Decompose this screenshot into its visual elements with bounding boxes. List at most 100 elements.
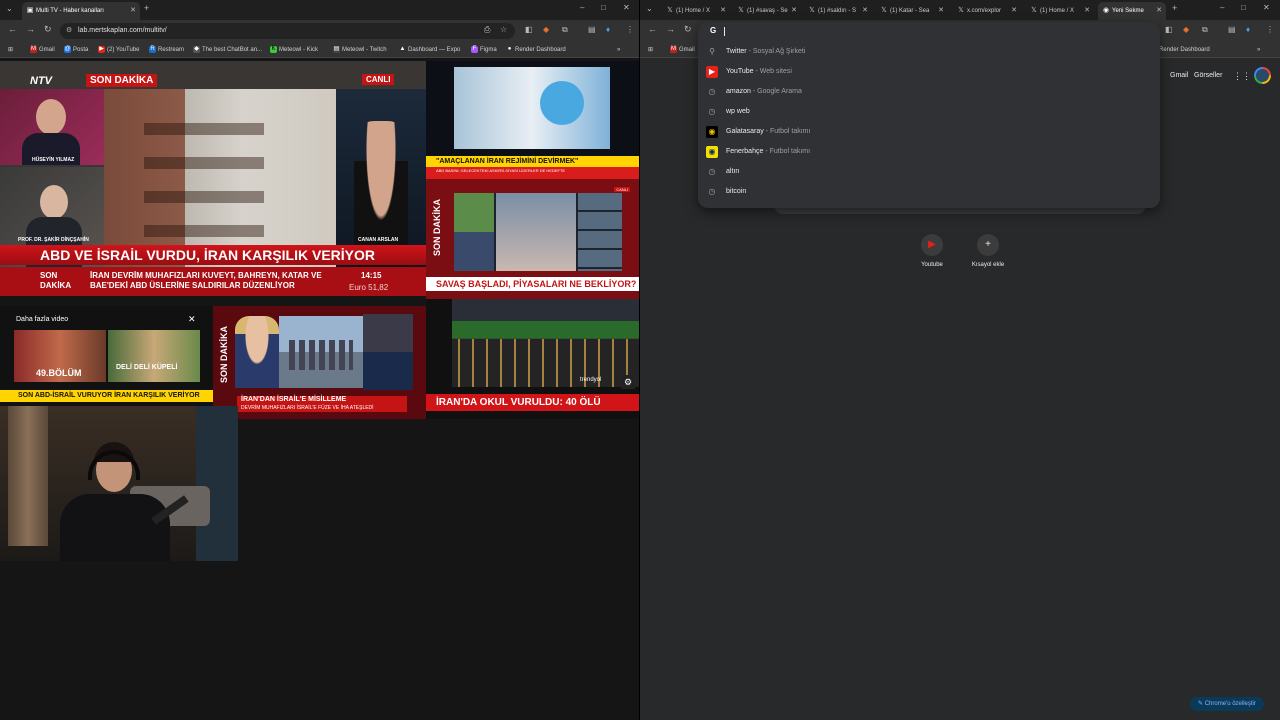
tab-multitv[interactable]: ▣ Multi TV - Haber kanalları ✕ — [22, 2, 140, 20]
shortcut-add[interactable]: + Kısayol ekle — [958, 234, 1018, 268]
tv-feed-5[interactable]: Daha fazla video ✕ 49.BÖLÜM DELİ DELİ KÜ… — [0, 306, 213, 406]
customize-chrome-button[interactable]: ✎ Chrome'u özelleştir — [1190, 697, 1264, 711]
close-tab-icon[interactable]: ✕ — [720, 2, 726, 20]
bookmark-chatbot[interactable]: ◆ The best ChatBot an... — [193, 42, 262, 58]
tv-feed-ntv[interactable]: NTV SON DAKİKA CANLI HÜSEYİN YILMAZ PROF… — [0, 61, 426, 296]
settings-gear-icon[interactable]: ⚙ — [621, 375, 635, 389]
tab-x-home[interactable]: 𝕏 (1) Home / X ✕ — [662, 2, 730, 20]
gmail-icon: M — [670, 46, 677, 53]
x-icon: 𝕏 — [738, 7, 744, 14]
close-tab-icon[interactable]: ✕ — [862, 2, 868, 20]
install-icon[interactable]: ⎙ — [484, 25, 490, 35]
suggestion-item[interactable]: ▶ YouTube - Web sitesi — [698, 62, 1160, 82]
brave-icon[interactable]: ◆ — [1183, 25, 1189, 34]
profile-icon[interactable]: ♦ — [1246, 25, 1250, 34]
extensions-puzzle-icon[interactable]: ⧉ — [562, 25, 568, 35]
suggestion-item[interactable]: ◉ Galatasaray - Futbol takımı — [698, 122, 1160, 142]
tv-feed-2[interactable]: "AMAÇLANAN İRAN REJİMİNİ DEVİRMEK" ABD B… — [426, 61, 640, 179]
suggestion-item[interactable]: ◷ bitcoin — [698, 182, 1160, 202]
channel-logo: NTV — [30, 75, 52, 87]
bookmark-youtube[interactable]: ▶ (2) YouTube — [98, 42, 139, 58]
images-link[interactable]: Görseller — [1194, 72, 1222, 79]
video-thumbnail-2[interactable] — [108, 330, 200, 382]
tab-title: Multi TV - Haber kanalları — [36, 8, 104, 14]
new-tab-icon[interactable]: + — [1172, 3, 1177, 13]
site-info-icon[interactable]: ⚙ — [66, 23, 72, 39]
close-icon[interactable]: ✕ — [188, 314, 196, 325]
tab-x-saldiri[interactable]: 𝕏 (1) #saldırı - S ✕ — [804, 2, 872, 20]
subheadline: ABD BASINI: GELECEKTEKİ ASKERİ-SİYASİ Lİ… — [436, 168, 566, 173]
reload-icon[interactable]: ↻ — [44, 24, 52, 35]
close-tab-icon[interactable]: ✕ — [130, 2, 136, 20]
tab-x-savas[interactable]: 𝕏 (1) #savaş - Se ✕ — [733, 2, 801, 20]
extensions-puzzle-icon[interactable]: ⧉ — [1202, 25, 1208, 35]
close-tab-icon[interactable]: ✕ — [1084, 2, 1090, 20]
tab-search-icon[interactable]: ⌄ — [646, 4, 653, 13]
bookmark-render[interactable]: ● Render Dashboard — [506, 42, 566, 58]
close-tab-icon[interactable]: ✕ — [938, 2, 944, 20]
tv-feed-6[interactable]: SON DAKİKA İRAN'DAN İSRAİL'E MİSİLLEME D… — [213, 306, 426, 419]
more-bookmarks-icon[interactable]: » — [1257, 42, 1260, 58]
sidebar-icon[interactable]: ▤ — [1228, 25, 1236, 34]
gmail-link[interactable]: Gmail — [1170, 72, 1188, 79]
suggestion-item[interactable]: ◷ altın — [698, 162, 1160, 182]
bookmark-kick[interactable]: K Meteowl - Kick — [270, 42, 318, 58]
menu-icon[interactable]: ⋮ — [626, 25, 634, 34]
shortcut-youtube[interactable]: ▶ Youtube — [902, 234, 962, 268]
tab-new-tab[interactable]: ◉ Yeni Sekme ✕ — [1098, 2, 1166, 20]
maximize-icon[interactable]: □ — [601, 3, 606, 12]
x-icon: 𝕏 — [667, 7, 673, 14]
maximize-icon[interactable]: □ — [1241, 3, 1246, 12]
bookmark-figma[interactable]: F Figma — [471, 42, 497, 58]
live-tag: CANLI — [362, 74, 395, 85]
suggestion-item[interactable]: ◷ amazon - Google Arama — [698, 82, 1160, 102]
ticker-label: SON DAKİKA — [40, 271, 72, 290]
tab-search-icon[interactable]: ⌄ — [6, 4, 13, 13]
reload-icon[interactable]: ↻ — [684, 24, 692, 35]
tab-x-explore[interactable]: 𝕏x.com/explor ✕ — [953, 2, 1021, 20]
bookmark-gmail[interactable]: M Gmail — [670, 42, 695, 58]
close-tab-icon[interactable]: ✕ — [791, 2, 797, 20]
more-bookmarks-icon[interactable]: » — [617, 42, 620, 58]
forward-icon[interactable]: → — [26, 24, 35, 34]
bookmark-restream[interactable]: R Restream — [149, 42, 184, 58]
history-icon: ◷ — [708, 167, 716, 176]
profile-icon[interactable]: ♦ — [606, 25, 610, 34]
apps-icon[interactable]: ⊞ — [8, 42, 13, 58]
minimize-icon[interactable]: – — [1220, 3, 1224, 12]
close-tab-icon[interactable]: ✕ — [1156, 2, 1162, 20]
tv-feed-3[interactable]: SON DAKİKA CANLI SAVAŞ BAŞLADI, PİYASALA… — [426, 179, 640, 299]
tab-x-katar[interactable]: 𝕏 (1) Katar - Sea ✕ — [876, 2, 948, 20]
back-icon[interactable]: ← — [8, 24, 17, 34]
extension-icon[interactable]: ◧ — [525, 25, 533, 34]
close-window-icon[interactable]: ✕ — [623, 3, 630, 12]
address-bar[interactable]: ⚙ lab.mertskaplan.com/multitv/ — [60, 23, 515, 39]
breaking-news-tag: SON DAKİKA — [86, 74, 158, 87]
bookmarks-bar: ⊞ M Gmail @ Posta ▶ (2) YouTube R Restream ◆… — [0, 42, 640, 58]
close-tab-icon[interactable]: ✕ — [1011, 2, 1017, 20]
bookmark-star-icon[interactable]: ☆ — [500, 25, 507, 34]
apps-icon[interactable]: ⊞ — [648, 42, 653, 58]
extension-icon[interactable]: ◧ — [1165, 25, 1173, 34]
tv-feed-4[interactable]: trendyol ⚙ İRAN'DA OKUL VURULDU: 40 ÖLÜ — [426, 299, 640, 419]
minimize-icon[interactable]: – — [580, 3, 584, 12]
bookmark-expo[interactable]: ▲ Dashboard — Expo — [399, 42, 461, 58]
bookmark-posta[interactable]: @ Posta — [64, 42, 88, 58]
back-icon[interactable]: ← — [648, 24, 657, 34]
bookmark-gmail[interactable]: M Gmail — [30, 42, 55, 58]
tab-strip: ⌄ ▣ Multi TV - Haber kanalları ✕ + – □ ✕ — [0, 0, 640, 20]
suggestion-item[interactable]: ◉ Fenerbahçe - Futbol takımı — [698, 142, 1160, 162]
brave-icon[interactable]: ◆ — [543, 25, 549, 34]
plus-icon: + — [977, 234, 999, 256]
chatbot-icon: ◆ — [193, 46, 200, 53]
close-window-icon[interactable]: ✕ — [1263, 3, 1270, 12]
suggestion-item[interactable]: ⚲ Twitter - Sosyal Ağ Şirketi — [698, 42, 1160, 62]
tab-x-home-2[interactable]: 𝕏 (1) Home / X ✕ — [1026, 2, 1094, 20]
account-avatar[interactable] — [1254, 67, 1271, 84]
menu-icon[interactable]: ⋮ — [1266, 25, 1274, 34]
new-tab-icon[interactable]: + — [144, 3, 149, 13]
sidebar-icon[interactable]: ▤ — [588, 25, 596, 34]
bookmark-twitch[interactable]: ▤ Meteowl - Twitch — [333, 42, 387, 58]
suggestion-item[interactable]: ◷ wp web — [698, 102, 1160, 122]
forward-icon[interactable]: → — [666, 24, 675, 34]
